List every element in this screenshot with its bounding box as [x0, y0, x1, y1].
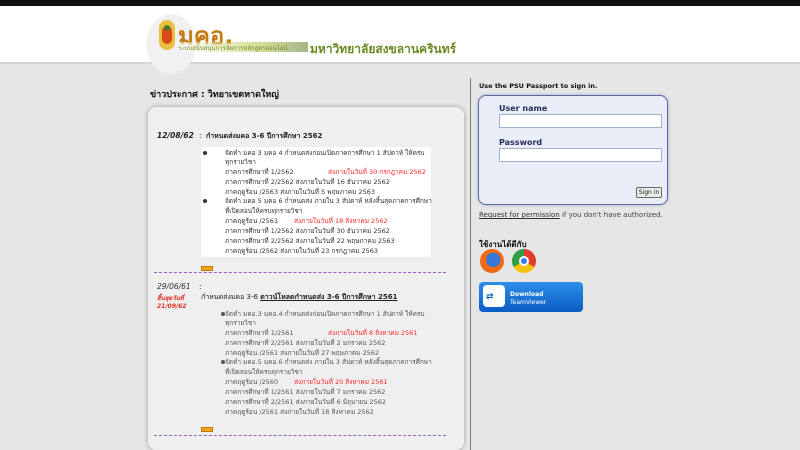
body-line: ที่เปิดสอนให้ครบทุกรายวิชา — [225, 207, 303, 215]
request-permission-suffix: if you don't have authorized. — [559, 211, 663, 219]
download-link[interactable]: ดาวน์โหลดกำหนดส่ง 3-6 ปีการศึกษา 2561 — [260, 293, 397, 301]
more-button[interactable] — [201, 427, 213, 432]
more-button[interactable] — [201, 266, 213, 271]
body-line: ภาคฤดูร้อน /2561 ส่งภายในวันที่ 18 สิงหา… — [225, 408, 374, 416]
entry-end-date: 21/09/62 — [157, 303, 187, 310]
chrome-icon-center — [519, 256, 529, 266]
username-label: User name — [499, 104, 548, 113]
request-permission-link[interactable]: Request for permission — [479, 211, 560, 219]
entry-body: จัดทำ มคอ.3 มคอ.4 กำหนดส่งก่อนเปิดภาคการ… — [201, 308, 432, 416]
body-line: จัดทำ มคอ 5 มคอ 6 กำหนดส่ง ภายใน 3 สัปดา… — [225, 197, 432, 205]
entry-date: 12/08/62 — [157, 131, 194, 140]
body-line: ที่เปิดสอนให้ครบทุกรายวิชา — [225, 368, 303, 376]
body-line: ภาคฤดูร้อน /2560 — [225, 378, 279, 386]
entry-date: 29/06/61 — [157, 282, 191, 291]
news-panel: 12/08/62 : กำหนดส่งมคอ 3-6 ปีการศึกษา 25… — [148, 107, 464, 450]
deadline-highlight: ส่งภายในวันที่ 20 สิงหาคม 2561 — [294, 378, 388, 386]
login-note: Use the PSU Passport to sign in. — [479, 82, 598, 90]
deadline-highlight: ส่งภายในวันที่ 30 กรกฎาคม 2562 — [328, 168, 426, 176]
body-line: ภาคการศึกษาที่ 2/2562 ส่งภายในวันที่ 16 … — [225, 178, 390, 186]
entry-title: กำหนดส่งมคอ 3-6 ดาวน์โหลดกำหนดส่ง 3-6 ปี… — [201, 292, 397, 303]
body-line: ภาคการศึกษาที่ 1/2562 ส่งภายในวันที่ 30 … — [225, 227, 390, 235]
body-line: ภาคการศึกษาที่ 2/2561 ส่งภายในวันที่ 6 ม… — [225, 398, 386, 406]
body-line: จัดทำ มคอ.5 มคอ.6 กำหนดส่ง ภายใน 3 สัปดา… — [225, 358, 432, 366]
entry-separator — [154, 435, 446, 436]
entry-separator — [154, 272, 446, 273]
username-field[interactable] — [499, 114, 662, 128]
entry-colon: : — [199, 282, 202, 291]
entry-title-prefix: กำหนดส่งมคอ 3-6 — [201, 293, 261, 301]
deadline-highlight: ส่งภายในวันที่ 8 สิงหาคม 2561 — [328, 329, 418, 337]
password-field[interactable] — [499, 148, 662, 162]
sign-in-button[interactable]: Sign in — [636, 187, 662, 198]
body-line: ภาคฤดูร้อน /2561 — [225, 217, 279, 225]
body-line: ภาคการศึกษาที่ 2/2561 ส่งภายในวันที่ 2 ม… — [225, 339, 386, 347]
logo-subtitle: ระบบสนับสนุนการจัดการหลักสูตรออนไลน์ — [178, 45, 288, 52]
university-name: มหาวิทยาลัยสงขลานครินทร์ — [310, 42, 457, 56]
teamviewer-text-line1: Download — [510, 291, 544, 298]
teamviewer-text-line2: TeamViewer — [510, 299, 547, 306]
entry-status: สิ้นสุดวันที่ — [157, 295, 184, 302]
entry-title: กำหนดส่งมคอ 3-6 ปีการศึกษา 2562 — [206, 132, 323, 140]
teamviewer-logo-icon: ⇄ — [483, 285, 505, 307]
body-line: ภาคการศึกษาที่ 2/2562 ส่งภายในวันที่ 22 … — [225, 237, 395, 245]
news-heading: ข่าวประกาศ : วิทยาเขตหาดใหญ่ — [150, 90, 279, 100]
header-shadow — [0, 62, 800, 64]
column-divider — [470, 78, 471, 450]
password-label: Password — [499, 138, 543, 147]
body-line: ทุกรายวิชา — [225, 319, 256, 327]
bullet — [203, 199, 207, 203]
body-line: ภาคการศึกษาที่ 1/2561 ส่งภายในวันที่ 7 ม… — [225, 388, 386, 396]
body-line: ภาคการศึกษาที่ 1/2561 — [225, 329, 294, 337]
deadline-highlight: ส่งภายในวันที่ 18 สิงหาคม 2562 — [294, 217, 388, 225]
login-box: User name Password Sign in — [478, 95, 668, 205]
request-permission-line: Request for permission if you don't have… — [479, 211, 663, 219]
firefox-icon[interactable] — [480, 249, 504, 273]
university-emblem-icon — [159, 20, 175, 50]
bullet — [203, 151, 207, 155]
teamviewer-arrow-icon: ⇄ — [486, 292, 494, 302]
entry-body: จัดทำ มคอ 3 มคอ 4 กำหนดส่งก่อนเปิดภาคการ… — [201, 147, 432, 257]
body-line: ทุกรายวิชา — [225, 158, 256, 166]
body-line: ภาคการศึกษาที่ 1/2562 — [225, 168, 294, 176]
body-line: ภาคฤดูร้อน /2562 ส่งภายในวันที่ 23 กรกฎา… — [225, 247, 379, 255]
entry-colon: : — [199, 131, 202, 140]
teamviewer-download-button[interactable]: ⇄ Download TeamViewer — [479, 282, 583, 312]
